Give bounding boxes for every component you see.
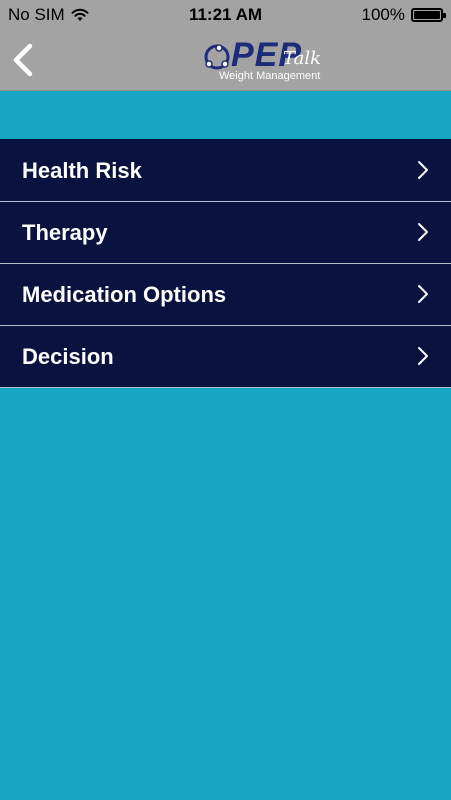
battery-icon [411, 8, 446, 22]
chevron-right-icon [418, 285, 428, 303]
menu-item-label: Health Risk [22, 158, 142, 183]
menu-item-therapy[interactable]: Therapy [0, 202, 451, 264]
chevron-right-icon [418, 347, 428, 365]
menu-item-label: Decision [22, 344, 114, 369]
menu-item-label: Therapy [22, 220, 108, 245]
chevron-left-icon [13, 43, 33, 77]
app-logo: PEP Talk Weight Management [203, 36, 333, 84]
menu-list: Health Risk Therapy Medication Options D… [0, 139, 451, 388]
menu-item-label: Medication Options [22, 282, 227, 307]
menu-item-medication-options[interactable]: Medication Options [0, 264, 451, 326]
battery-percent: 100% [361, 5, 405, 24]
menu-item-health-risk[interactable]: Health Risk [0, 139, 451, 202]
chevron-right-icon [418, 161, 428, 179]
back-button[interactable] [6, 40, 42, 80]
nav-bar: PEP Talk Weight Management [0, 30, 451, 91]
menu-item-decision[interactable]: Decision [0, 326, 451, 388]
logo-subtitle: Weight Management [219, 70, 321, 82]
chevron-right-icon [418, 223, 428, 241]
logo-mark-icon [204, 44, 230, 70]
status-bar: No SIM 11:21 AM 100% [0, 0, 451, 30]
status-right: 100% [361, 5, 446, 25]
logo-script-text: Talk [283, 48, 322, 69]
